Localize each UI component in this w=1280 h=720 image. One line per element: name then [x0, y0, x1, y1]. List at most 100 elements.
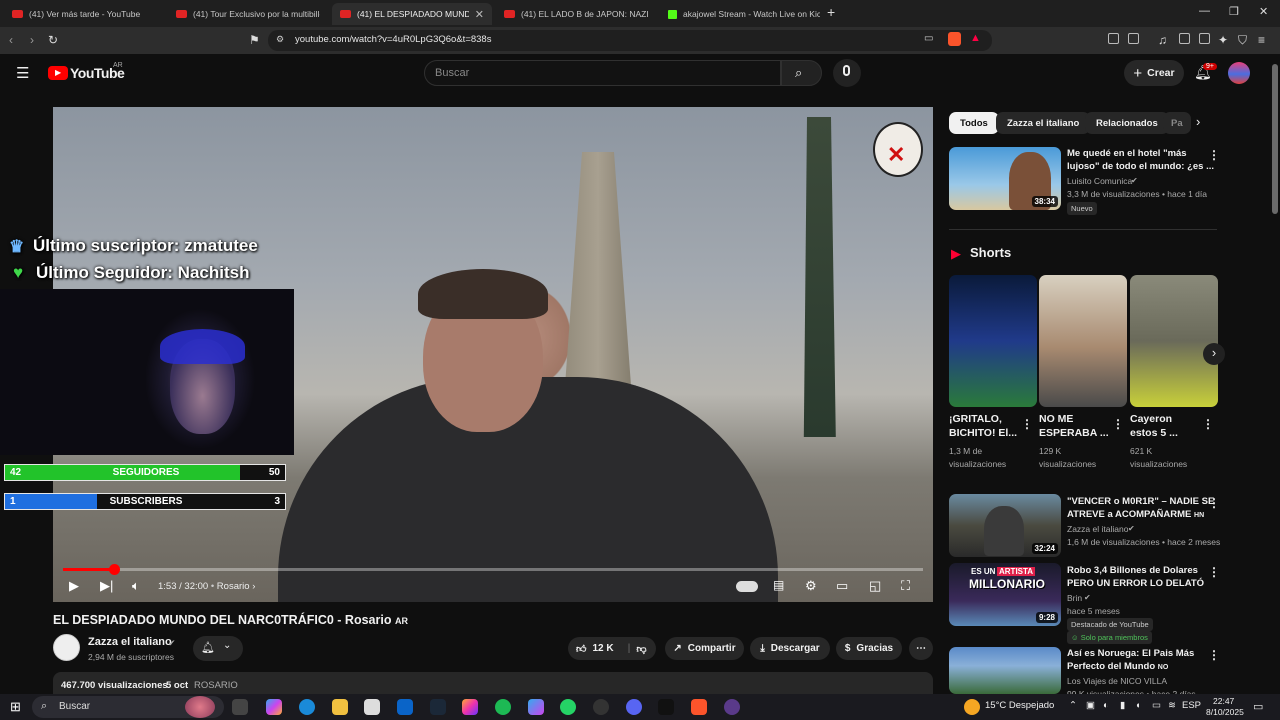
theater-mode-icon[interactable]: ▭ [836, 578, 848, 594]
video-title-line[interactable]: lujoso" de todo el mundo: ¿es ... [1067, 160, 1214, 173]
browser-tab[interactable]: (41) EL LADO B de JAPON: NAZISMO [496, 3, 656, 25]
scrollbar-thumb[interactable] [1272, 64, 1278, 214]
brave-icon[interactable] [691, 699, 707, 715]
chip-channel[interactable]: Zazza el italiano [996, 112, 1091, 134]
video-title-line[interactable]: Perfecto del Mundo NO [1067, 660, 1168, 674]
cast-icon[interactable]: ▭ [924, 33, 933, 44]
video-channel[interactable]: Los Viajes de NICO VILLA [1067, 675, 1167, 687]
video-channel[interactable]: Brin [1067, 592, 1082, 604]
chevron-up-icon[interactable]: ⌃ [1069, 700, 1077, 711]
like-count[interactable]: 12 K [592, 643, 613, 654]
more-vertical-icon[interactable]: ⋮ [1208, 148, 1220, 162]
video-thumbnail[interactable] [949, 647, 1061, 694]
minimize-icon[interactable]: — [1199, 5, 1210, 17]
short-title[interactable]: BICHITO! El... [949, 427, 1017, 440]
video-channel[interactable]: Zazza el italiano [1067, 523, 1128, 535]
fullscreen-icon[interactable]: ⛶ [901, 578, 910, 594]
steam-icon[interactable] [430, 699, 446, 715]
more-vertical-icon[interactable]: ⋮ [1021, 417, 1033, 431]
spotify-icon[interactable] [495, 699, 511, 715]
octopus-widget-icon[interactable] [185, 696, 215, 718]
channel-watermark-icon[interactable]: ✕ [873, 122, 923, 177]
file-explorer-icon[interactable] [332, 699, 348, 715]
shorts-next-button[interactable]: › [1203, 343, 1225, 365]
search-button[interactable]: ⌕ [781, 60, 822, 86]
browser-tab[interactable]: akajowel Stream - Watch Live on Kick [660, 3, 820, 25]
windows-start-icon[interactable]: ⊞ [10, 699, 21, 715]
copilot-icon[interactable] [266, 699, 282, 715]
app-icon[interactable] [724, 699, 740, 715]
tray-icon[interactable]: ▣ [1086, 700, 1095, 711]
microphone-tray-icon[interactable]: ▮ [1120, 700, 1125, 711]
brave-shield-icon[interactable] [948, 32, 961, 46]
short-thumbnail[interactable] [1039, 275, 1127, 407]
share-button[interactable]: ↗ Compartir [665, 637, 744, 660]
short-title[interactable]: ESPERABA ... [1039, 427, 1109, 440]
clock-date[interactable]: 8/10/2025 [1206, 707, 1244, 717]
hashtag-link[interactable]: ROSARIO [194, 680, 238, 691]
thanks-button[interactable]: $ Gracias [836, 637, 902, 660]
like-icon[interactable]: 👍︎ [576, 643, 586, 655]
short-title[interactable]: Cayeron [1130, 413, 1172, 426]
battery-icon[interactable]: ▭ [1152, 700, 1161, 711]
back-icon[interactable]: ‹ [9, 33, 13, 47]
video-title-line[interactable]: ATREVE a ACOMPAÑARME HN [1067, 508, 1204, 522]
short-title[interactable]: ¡GRITALO, [949, 413, 1002, 426]
channel-name[interactable]: Zazza el italiano [88, 636, 172, 648]
more-vertical-icon[interactable]: ⋮ [1208, 565, 1220, 579]
notifications-icon[interactable]: ▭ [1253, 700, 1263, 713]
video-title-line[interactable]: Así es Noruega: El Pais Más [1067, 647, 1194, 660]
network-icon[interactable]: ◐ [1103, 700, 1109, 711]
tiktok-icon[interactable] [658, 699, 674, 715]
discord-icon[interactable] [626, 699, 642, 715]
video-thumbnail[interactable]: ES UN ARTISTA MILLONARIO 9:28 [949, 563, 1061, 626]
subtitles-icon[interactable]: ▤ [773, 578, 784, 592]
maximize-icon[interactable]: ❐ [1229, 5, 1239, 18]
create-button[interactable]: + Crear [1124, 60, 1184, 86]
video-title-line[interactable]: "VENCER o M0R1R" – NADIE SE [1067, 495, 1214, 508]
video-progress-bar[interactable] [63, 564, 923, 575]
volume-icon[interactable]: 🔈︎ [132, 578, 140, 594]
new-tab-icon[interactable]: + [827, 4, 835, 20]
next-video-icon[interactable]: ▶| [100, 578, 113, 594]
subscription-bell-button[interactable]: 🔔︎ ⌄ [193, 636, 243, 661]
brave-rewards-icon[interactable]: ▲ [970, 32, 981, 44]
url-input[interactable]: ⚙ youtube.com/watch?v=4uR0LpG3Q6o&t=838s… [268, 30, 992, 51]
browser-tab[interactable]: (41) Ver más tarde - YouTube [4, 3, 164, 25]
bookmark-icon[interactable]: ⚑ [249, 33, 260, 47]
short-title[interactable]: NO ME [1039, 413, 1073, 426]
reload-icon[interactable]: ↻ [48, 33, 58, 47]
site-info-icon[interactable]: ⚙ [276, 34, 284, 45]
close-tab-icon[interactable]: ✕ [475, 8, 484, 21]
sidebar-icon[interactable] [1179, 33, 1190, 44]
task-view-icon[interactable] [232, 699, 248, 715]
speaker-icon[interactable]: ◖ [1135, 700, 1141, 711]
page-scrollbar[interactable] [1270, 54, 1280, 694]
chip-related[interactable]: Relacionados [1085, 112, 1169, 134]
edge-icon[interactable] [299, 699, 315, 715]
store-icon[interactable] [364, 699, 380, 715]
youtube-logo-icon[interactable]: ▶ [48, 66, 68, 80]
search-input[interactable]: Buscar [424, 60, 781, 86]
vpn-icon[interactable]: ⛉ [1238, 33, 1247, 48]
chapter-title[interactable]: Rosario [217, 581, 250, 592]
more-vertical-icon[interactable]: ⋮ [1112, 417, 1124, 431]
menu-icon[interactable]: ≡ [1258, 33, 1265, 47]
wallet-icon[interactable] [1199, 33, 1210, 44]
autoplay-toggle[interactable] [736, 581, 758, 592]
video-title-line[interactable]: Robo 3,4 Billones de Dolares [1067, 564, 1198, 577]
short-thumbnail[interactable] [1130, 275, 1218, 407]
instagram-icon[interactable] [462, 699, 478, 715]
close-window-icon[interactable]: ✕ [1259, 5, 1268, 18]
progress-scrubber[interactable] [108, 564, 120, 575]
video-channel[interactable]: Luisito Comunica [1067, 175, 1132, 187]
video-thumbnail[interactable]: 32:24 [949, 494, 1061, 557]
hamburger-menu-icon[interactable]: ☰ [16, 64, 29, 82]
copilot-365-icon[interactable] [528, 699, 544, 715]
forward-icon[interactable]: › [30, 33, 34, 47]
voice-search-button[interactable] [833, 59, 861, 87]
video-thumbnail[interactable]: 38:34 [949, 147, 1061, 210]
chevron-right-icon[interactable]: › [1196, 114, 1200, 129]
whatsapp-icon[interactable] [560, 699, 576, 715]
video-title-line[interactable]: Me quedé en el hotel "más [1067, 147, 1187, 160]
